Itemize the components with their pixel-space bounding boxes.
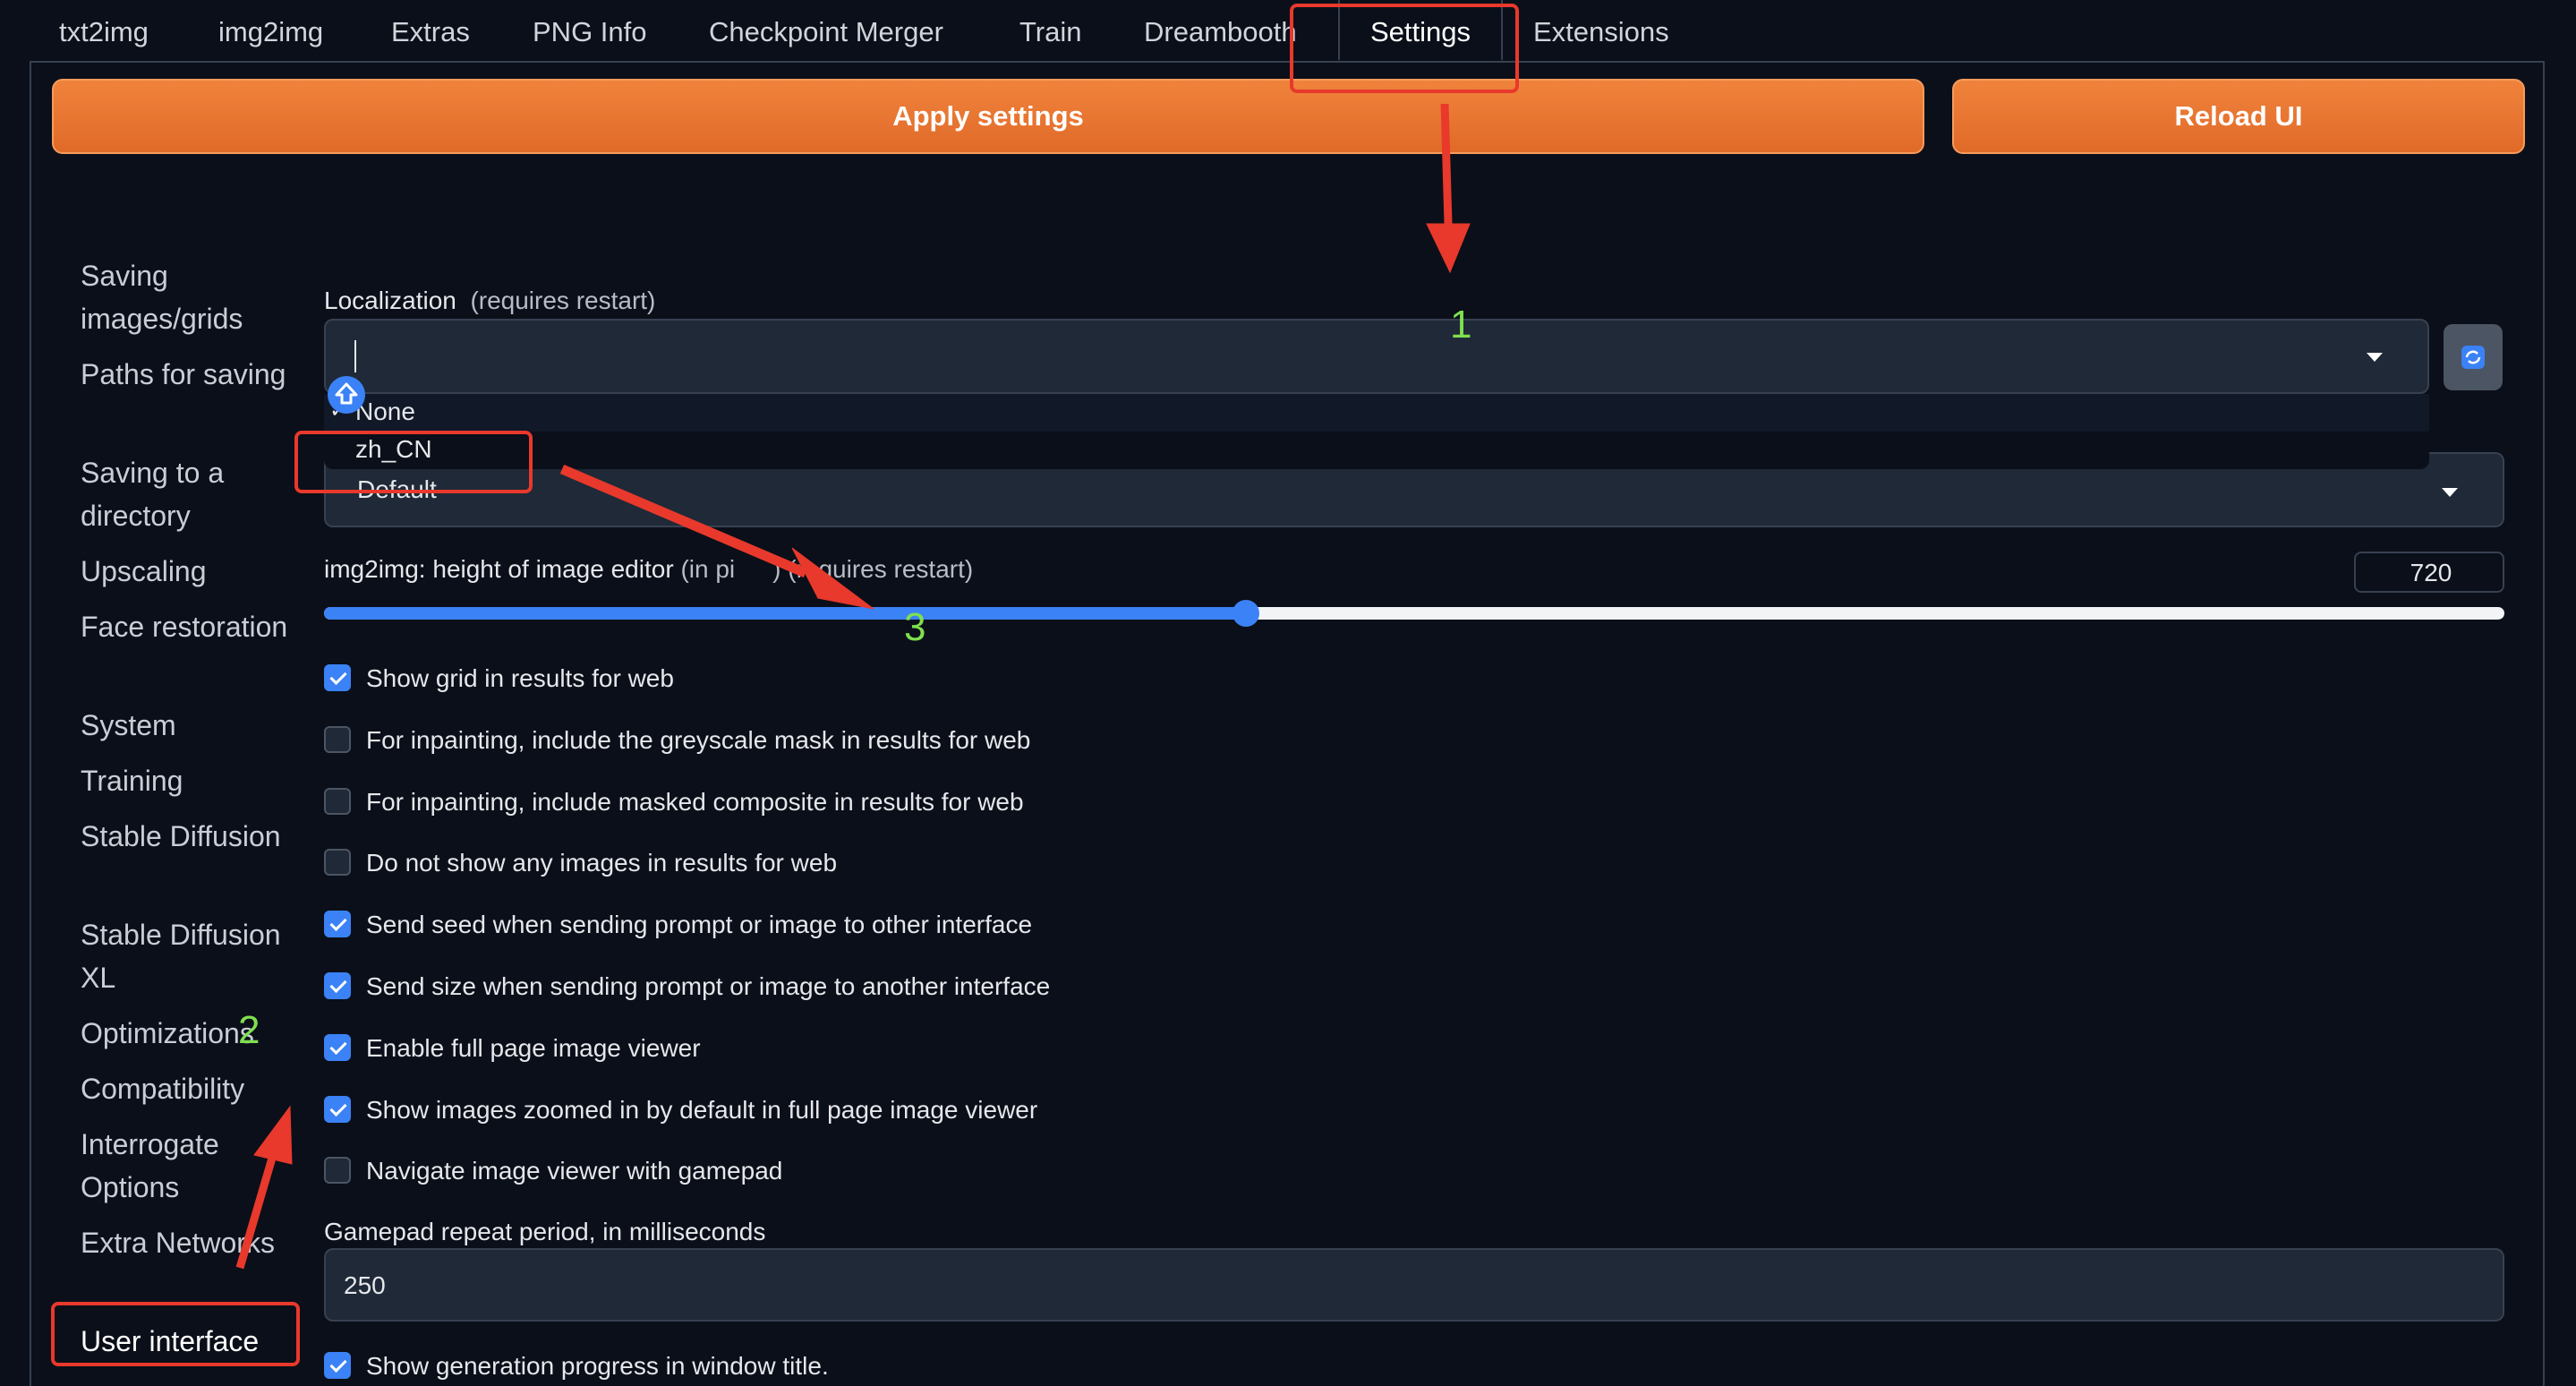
annotation-number-3: 3	[904, 605, 926, 649]
arrow-1-head	[1426, 223, 1471, 274]
arrow-1-shaft	[1440, 103, 1453, 225]
arrow-3-shaft	[559, 464, 808, 578]
arrow-3-head	[791, 547, 874, 610]
annotation-number-2: 2	[238, 1008, 260, 1052]
arrow-2-head	[253, 1105, 293, 1165]
annotation-number-1: 1	[1450, 303, 1472, 346]
annotation-arrows	[235, 103, 1471, 1270]
arrow-2-shaft	[235, 1153, 277, 1270]
